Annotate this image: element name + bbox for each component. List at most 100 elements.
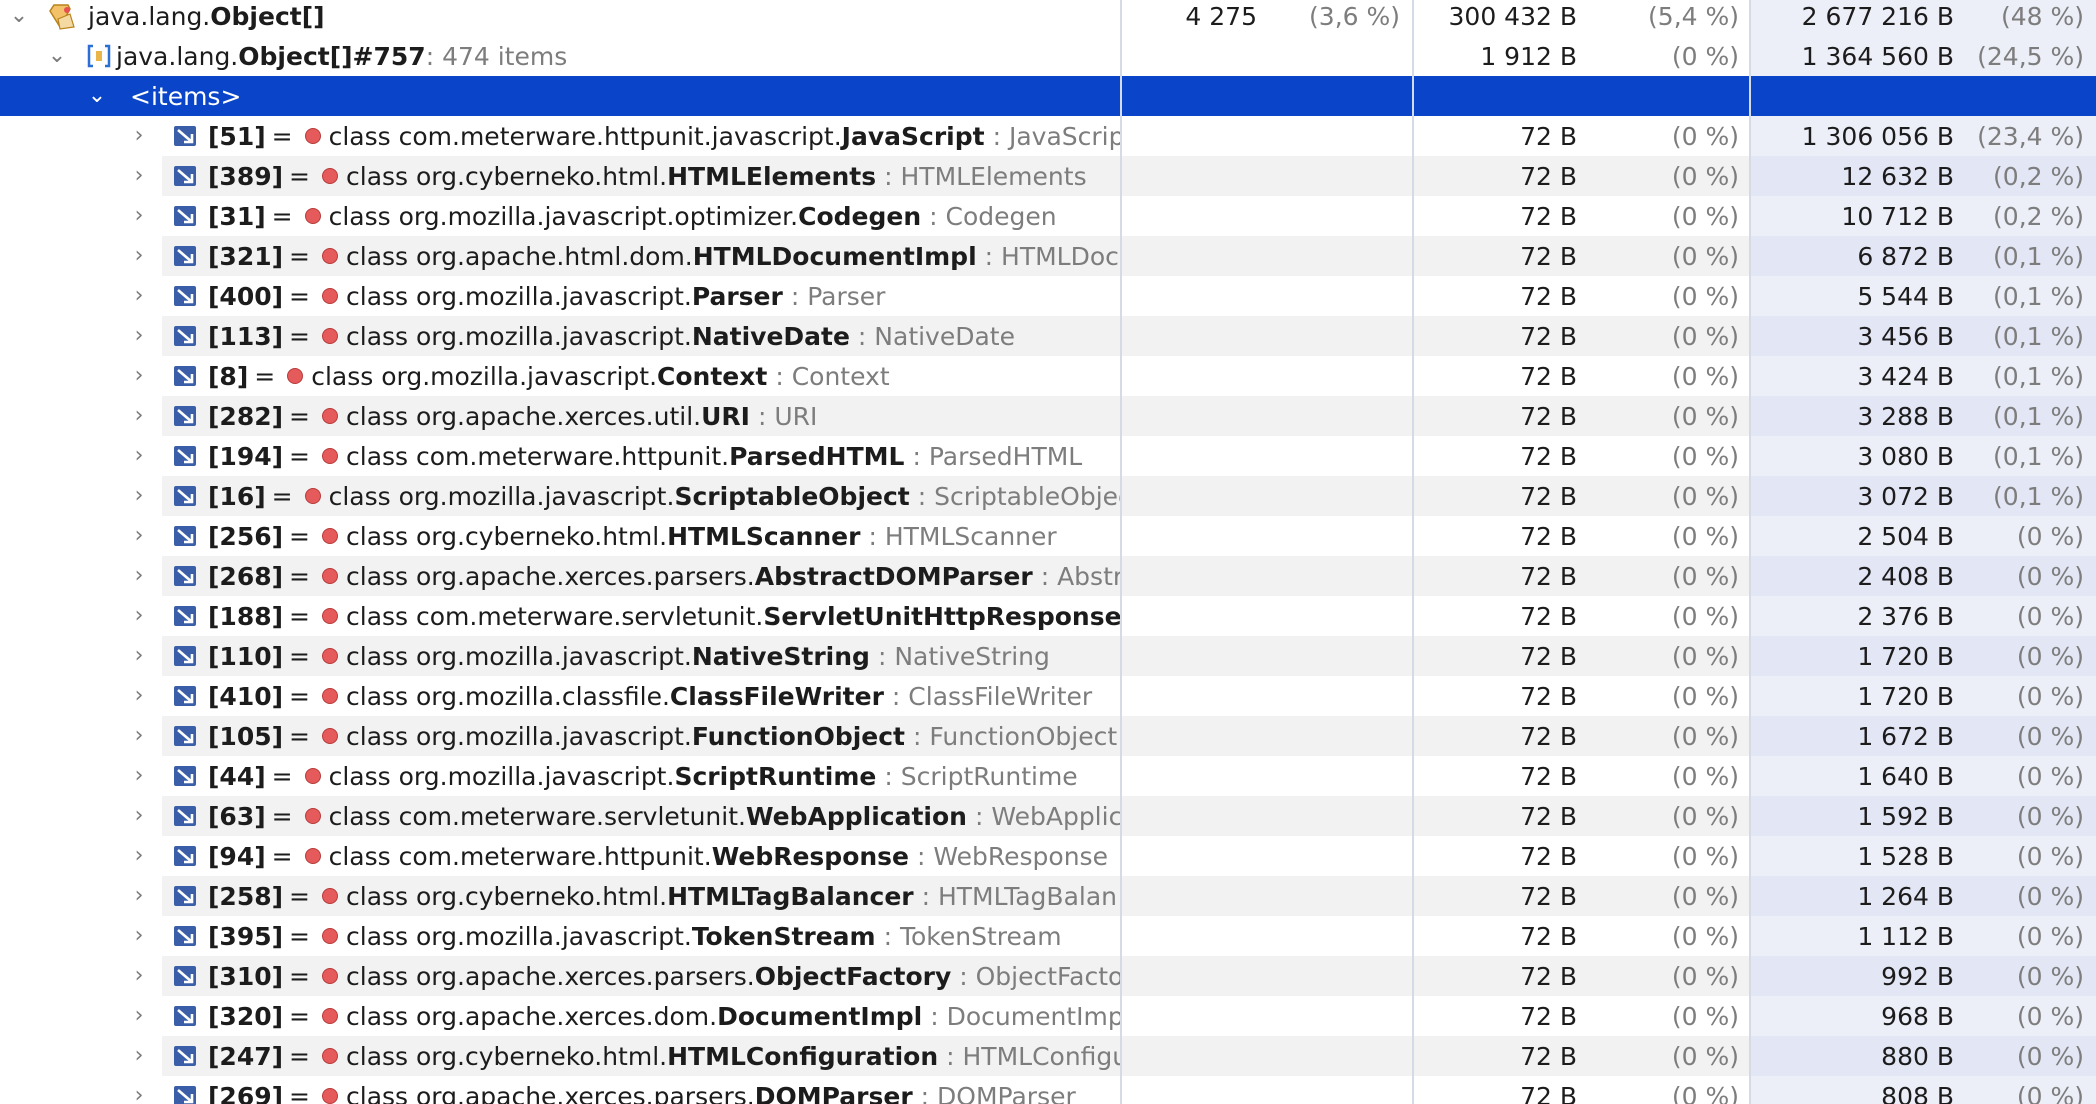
item-class-name: Context	[657, 361, 768, 391]
chevron-right-icon[interactable]: ›	[128, 525, 150, 547]
item-index: [320]	[208, 1001, 284, 1031]
chevron-right-icon[interactable]: ›	[128, 165, 150, 187]
item-type: : HTMLTagBalan	[921, 881, 1118, 911]
tree-row-item[interactable]: › [320] = class org.apache.xerces.dom. Docum…	[0, 996, 2096, 1036]
equals-sign: =	[271, 841, 293, 871]
tree-row-root[interactable]: ⌄ java.lang. Object[] 4 275 (3,6 %) 300 4…	[0, 0, 2096, 36]
tree-row-item[interactable]: › [268] = class org.apache.xerces.parsers. A…	[0, 556, 2096, 596]
items-node-label: <items>	[130, 81, 242, 111]
item-type: : ClassFileWriter	[891, 681, 1093, 711]
tree-row-item[interactable]: › [105] = class org.mozilla.javascript. Func…	[0, 716, 2096, 756]
tree-row-item[interactable]: › [321] = class org.apache.html.dom. HTMLDoc…	[0, 236, 2096, 276]
retained-size-percent: (0 %)	[2016, 641, 2084, 671]
tree-row-item[interactable]: › [395] = class org.mozilla.javascript. Toke…	[0, 916, 2096, 956]
item-index: [63]	[208, 801, 266, 831]
tree-row-item[interactable]: › [188] = class com.meterware.servletunit. S…	[0, 596, 2096, 636]
item-package: class org.cyberneko.html.	[346, 161, 668, 191]
item-index: [31]	[208, 201, 266, 231]
chevron-right-icon[interactable]: ›	[128, 285, 150, 307]
chevron-right-icon[interactable]: ›	[128, 205, 150, 227]
chevron-right-icon[interactable]: ›	[128, 405, 150, 427]
class-reference-icon	[174, 1086, 196, 1104]
tree-row-item[interactable]: › [247] = class org.cyberneko.html. HTMLConf…	[0, 1036, 2096, 1076]
chevron-right-icon[interactable]: ›	[128, 885, 150, 907]
chevron-right-icon[interactable]: ›	[128, 685, 150, 707]
item-index: [8]	[208, 361, 249, 391]
chevron-right-icon[interactable]: ›	[128, 645, 150, 667]
chevron-right-icon[interactable]: ›	[128, 125, 150, 147]
chevron-down-icon[interactable]: ⌄	[46, 45, 68, 67]
retained-size-percent: (0 %)	[2016, 961, 2084, 991]
tree-row-items-node[interactable]: ⌄ <items>	[0, 76, 2096, 116]
shallow-size: 1 912 B	[1480, 41, 1577, 71]
tree-row-item[interactable]: › [51] = class com.meterware.httpunit.javas…	[0, 116, 2096, 156]
class-instance-dot-icon	[322, 728, 338, 744]
tree-row-item[interactable]: › [94] = class com.meterware.httpunit. WebRe…	[0, 836, 2096, 876]
shallow-size: 72 B	[1520, 121, 1577, 151]
retained-size: 968 B	[1881, 1001, 1954, 1031]
tree-row-item[interactable]: › [269] = class org.apache.xerces.parsers. D…	[0, 1076, 2096, 1104]
chevron-down-icon[interactable]: ⌄	[86, 85, 108, 107]
equals-sign: =	[289, 1001, 310, 1031]
tree-row-item[interactable]: › [113] = class org.mozilla.javascript. Nati…	[0, 316, 2096, 356]
shallow-size: 300 432 B	[1448, 1, 1577, 31]
item-class-name: AbstractDOMParser	[754, 561, 1033, 591]
instance-count-percent: (3,6 %)	[1309, 1, 1400, 31]
chevron-right-icon[interactable]: ›	[128, 365, 150, 387]
object-class-icon	[49, 4, 75, 30]
item-index: [282]	[208, 401, 284, 431]
retained-size: 3 072 B	[1857, 481, 1954, 511]
tree-row-item[interactable]: › [8] = class org.mozilla.javascript. Contex…	[0, 356, 2096, 396]
tree-row-item[interactable]: › [310] = class org.apache.xerces.parsers. O…	[0, 956, 2096, 996]
class-instance-dot-icon	[322, 688, 338, 704]
item-type: : HTMLElements	[884, 161, 1087, 191]
chevron-right-icon[interactable]: ›	[128, 1005, 150, 1027]
chevron-right-icon[interactable]: ›	[128, 245, 150, 267]
tree-row-item[interactable]: › [194] = class com.meterware.httpunit. Pars…	[0, 436, 2096, 476]
chevron-right-icon[interactable]: ›	[128, 1045, 150, 1067]
tree-row-item[interactable]: › [282] = class org.apache.xerces.util. URI:…	[0, 396, 2096, 436]
retained-size-percent: (0,1 %)	[1993, 281, 2084, 311]
item-type: : NativeString	[877, 641, 1050, 671]
item-type: : TokenStream	[883, 921, 1062, 951]
heap-object-tree: ⌄ java.lang. Object[] 4 275 (3,6 %) 300 4…	[0, 0, 2096, 1104]
equals-sign: =	[271, 121, 293, 151]
chevron-right-icon[interactable]: ›	[128, 565, 150, 587]
chevron-right-icon[interactable]: ›	[128, 325, 150, 347]
retained-size-percent: (0 %)	[2016, 681, 2084, 711]
chevron-right-icon[interactable]: ›	[128, 605, 150, 627]
chevron-right-icon[interactable]: ›	[128, 965, 150, 987]
tree-row-item[interactable]: › [16] = class org.mozilla.javascript. Scrip…	[0, 476, 2096, 516]
class-reference-icon	[174, 406, 196, 426]
tree-row-item[interactable]: › [63] = class com.meterware.servletunit. We…	[0, 796, 2096, 836]
class-instance-dot-icon	[322, 408, 338, 424]
tree-row-item[interactable]: › [110] = class org.mozilla.javascript. Nati…	[0, 636, 2096, 676]
chevron-right-icon[interactable]: ›	[128, 485, 150, 507]
item-class-name: DOMParser	[754, 1081, 913, 1104]
tree-row-item[interactable]: › [258] = class org.cyberneko.html. HTMLTagB…	[0, 876, 2096, 916]
tree-row-item[interactable]: › [400] = class org.mozilla.javascript. Pars…	[0, 276, 2096, 316]
retained-size: 992 B	[1881, 961, 1954, 991]
chevron-down-icon[interactable]: ⌄	[8, 5, 30, 27]
tree-row-item[interactable]: › [31] = class org.mozilla.javascript.optim…	[0, 196, 2096, 236]
shallow-size: 72 B	[1520, 881, 1577, 911]
tree-row-item[interactable]: › [410] = class org.mozilla.classfile. Class…	[0, 676, 2096, 716]
chevron-right-icon[interactable]: ›	[128, 845, 150, 867]
chevron-right-icon[interactable]: ›	[128, 805, 150, 827]
tree-row-item[interactable]: › [256] = class org.cyberneko.html. HTMLScan…	[0, 516, 2096, 556]
chevron-right-icon[interactable]: ›	[128, 1085, 150, 1104]
chevron-right-icon[interactable]: ›	[128, 925, 150, 947]
class-instance-dot-icon	[304, 848, 321, 864]
item-type: : DOMParser	[920, 1081, 1076, 1104]
chevron-right-icon[interactable]: ›	[128, 445, 150, 467]
retained-size: 1 306 056 B	[1801, 121, 1954, 151]
retained-size: 3 424 B	[1857, 361, 1954, 391]
item-package: class org.mozilla.classfile.	[346, 681, 670, 711]
class-reference-icon	[174, 646, 196, 666]
tree-row-instance[interactable]: ⌄ java.lang. Object[]#757 : 474 items 1 9…	[0, 36, 2096, 76]
tree-row-item[interactable]: › [44] = class org.mozilla.javascript. Scrip…	[0, 756, 2096, 796]
chevron-right-icon[interactable]: ›	[128, 725, 150, 747]
chevron-right-icon[interactable]: ›	[128, 765, 150, 787]
tree-row-item[interactable]: › [389] = class org.cyberneko.html. HTMLElem…	[0, 156, 2096, 196]
shallow-size-percent: (0 %)	[1671, 1041, 1739, 1071]
